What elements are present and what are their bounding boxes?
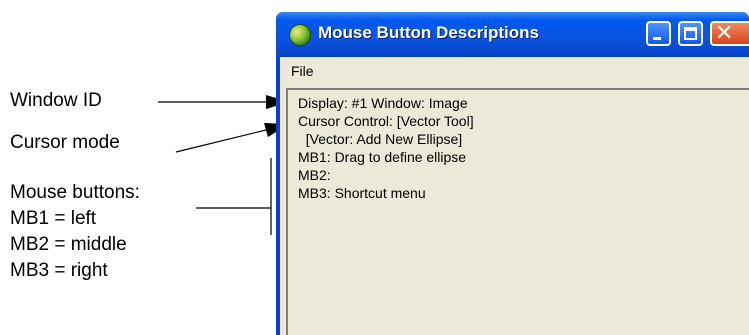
cursor-mode-leader-line (175, 129, 267, 153)
maximize-icon (684, 27, 697, 40)
mb2-line: MB2: (298, 167, 331, 183)
callout-mb3: MB3 = right (10, 260, 108, 281)
cursor-control-line: Cursor Control: [Vector Tool] (298, 113, 474, 129)
callout-cursor-mode: Cursor mode (10, 132, 120, 153)
maximize-button[interactable] (678, 21, 703, 46)
close-button[interactable]: ✕ (710, 21, 749, 46)
display-window-line: Display: #1 Window: Image (298, 95, 468, 111)
window-client-area: File Display: #1 Window: Image Cursor Co… (280, 57, 749, 335)
minimize-icon (653, 37, 661, 40)
callout-window-id: Window ID (10, 90, 102, 111)
window-title: Mouse Button Descriptions (318, 23, 540, 42)
menu-bar: File (280, 57, 749, 84)
app-globe-icon (289, 24, 311, 46)
vector-mode-line: [Vector: Add New Ellipse] (298, 131, 463, 147)
mouse-button-descriptions-window: Mouse Button Descriptions ✕ File Display… (276, 12, 749, 335)
menu-file[interactable]: File (291, 63, 314, 79)
minimize-button[interactable] (646, 21, 671, 46)
description-text-area[interactable]: Display: #1 Window: Image Cursor Control… (286, 88, 749, 335)
mb1-line: MB1: Drag to define ellipse (298, 149, 467, 165)
close-icon: ✕ (715, 21, 734, 46)
mb3-line: MB3: Shortcut menu (298, 185, 426, 201)
title-bar[interactable]: Mouse Button Descriptions ✕ (276, 12, 749, 57)
callout-mouse-buttons: Mouse buttons: MB1 = left MB2 = middle M… (10, 180, 140, 284)
callout-mb2: MB2 = middle (10, 234, 127, 255)
callout-mb1: MB1 = left (10, 208, 97, 229)
callout-mouse-buttons-heading: Mouse buttons: (10, 182, 140, 203)
